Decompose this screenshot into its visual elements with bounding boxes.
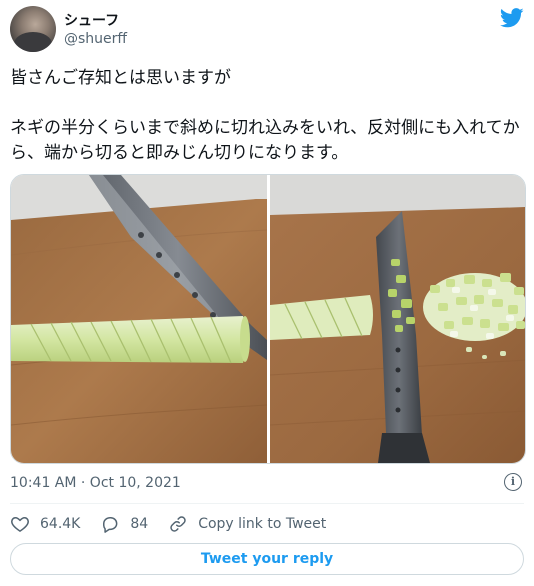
divider	[10, 503, 524, 504]
twitter-bird-icon[interactable]	[500, 8, 524, 28]
tweet-text: 皆さんご存知とは思いますが ネギの半分くらいまで斜めに切れ込みをいれ、反対側にも…	[10, 66, 524, 166]
copy-link-label: Copy link to Tweet	[198, 516, 327, 532]
tweet-card: シューフ @shuerff 皆さんご存知とは思いますが ネギの半分くらいまで斜め…	[0, 0, 534, 586]
info-icon[interactable]: i	[504, 473, 522, 491]
photo-minced-leek[interactable]	[270, 175, 525, 463]
action-bar: 64.4K 84 Copy link to Tweet	[10, 512, 346, 536]
link-icon	[170, 516, 186, 532]
display-name[interactable]: シューフ	[64, 10, 119, 30]
like-button[interactable]: 64.4K	[10, 514, 80, 534]
like-count: 64.4K	[40, 516, 81, 532]
tweet-text-line-1: 皆さんご存知とは思いますが	[10, 68, 231, 88]
photo-scored-leek[interactable]	[11, 175, 267, 463]
copy-link-button[interactable]: Copy link to Tweet	[168, 514, 326, 534]
tweet-timestamp[interactable]: 10:41 AM · Oct 10, 2021	[10, 475, 181, 491]
user-handle[interactable]: @shuerff	[64, 31, 127, 47]
media-grid	[10, 174, 526, 464]
heart-icon	[11, 517, 29, 532]
tweet-your-reply-button[interactable]: Tweet your reply	[10, 543, 524, 575]
reply-button[interactable]: 84	[100, 514, 148, 534]
reply-bubble-icon	[103, 517, 118, 533]
reply-count: 84	[130, 516, 149, 532]
avatar[interactable]	[10, 6, 56, 52]
tweet-text-line-2: ネギの半分くらいまで斜めに切れ込みをいれ、反対側にも入れてから、端から切ると即み…	[10, 118, 520, 163]
